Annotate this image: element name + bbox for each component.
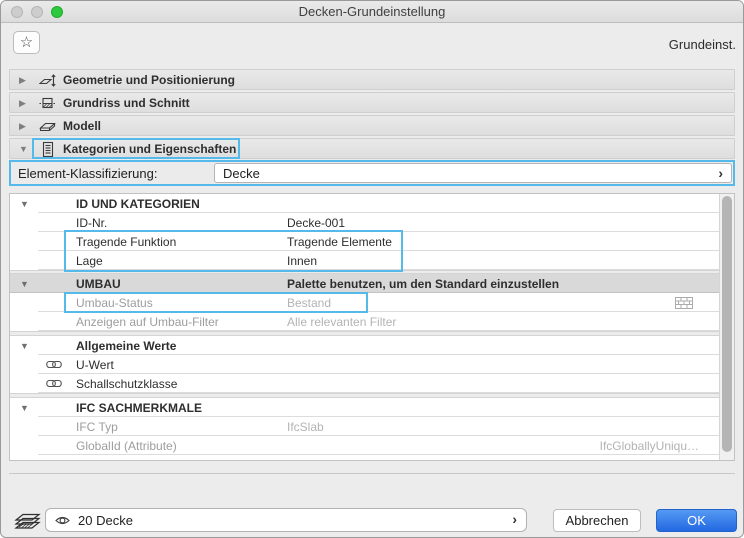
table-row[interactable]: Lage Innen (10, 251, 719, 270)
favorites-button[interactable]: ☆ (13, 31, 40, 54)
header-right-label: Grundeinst. (669, 37, 736, 52)
row-label: UMBAU (76, 277, 121, 291)
model-icon (39, 118, 56, 135)
cancel-button[interactable]: Abbrechen (553, 509, 641, 532)
link-icon (46, 377, 62, 390)
star-icon: ☆ (20, 34, 33, 51)
section-geometrie[interactable]: ▶ Geometrie und Positionierung (9, 69, 735, 90)
table-row[interactable]: ID-Nr. Decke-001 (10, 213, 719, 232)
row-label: Allgemeine Werte (76, 339, 176, 353)
table-group-row[interactable]: ▼ UMBAU Palette benutzen, um den Standar… (10, 274, 719, 293)
section-kategorien[interactable]: ▼ Kategorien und Eigenschaften (9, 138, 735, 159)
layer-selector[interactable]: 20 Decke › (45, 508, 527, 532)
footer-divider (9, 473, 735, 474)
link-icon (46, 358, 62, 371)
section-label: Geometrie und Positionierung (63, 73, 235, 87)
brick-wall-icon[interactable] (675, 295, 693, 310)
row-label: Lage (76, 254, 103, 268)
properties-table: ▼ ID UND KATEGORIEN ID-Nr. Decke-001 Tra… (9, 193, 735, 461)
row-value: Palette benutzen, um den Standard einzus… (287, 277, 559, 291)
slab-geometry-icon (39, 72, 56, 89)
row-label: Schallschutzklasse (76, 377, 177, 391)
row-value[interactable]: Innen (287, 254, 317, 268)
section-label: Modell (63, 119, 101, 133)
table-row[interactable]: U-Wert (10, 355, 719, 374)
disclosure-triangle-icon[interactable]: ▶ (19, 75, 26, 86)
titlebar: Decken-Grundeinstellung (1, 1, 743, 23)
classification-dropdown[interactable]: Decke › (214, 163, 732, 183)
row-value[interactable]: IfcGloballyUniqu… (600, 439, 699, 453)
disclosure-triangle-icon[interactable]: ▼ (20, 341, 29, 351)
chevron-right-icon: › (718, 165, 723, 181)
row-label: GlobalId (Attribute) (76, 439, 177, 453)
chevron-right-icon: › (512, 511, 517, 527)
row-value[interactable]: Bestand (287, 296, 331, 310)
section-grundriss[interactable]: ▶ Grundriss und Schnitt (9, 92, 735, 113)
floorplan-section-icon (39, 95, 56, 112)
classification-label: Element-Klassifizierung: (18, 166, 157, 181)
section-label: Grundriss und Schnitt (63, 96, 190, 110)
disclosure-triangle-icon[interactable]: ▼ (20, 279, 29, 289)
disclosure-triangle-icon[interactable]: ▼ (20, 403, 29, 413)
disclosure-triangle-icon[interactable]: ▼ (20, 199, 29, 209)
table-row[interactable]: Tragende Funktion Tragende Elemente (10, 232, 719, 251)
scrollbar-thumb[interactable] (722, 196, 732, 452)
row-value[interactable]: Alle relevanten Filter (287, 315, 396, 329)
table-row[interactable]: Umbau-Status Bestand (10, 293, 719, 312)
row-label: IFC Typ (76, 420, 118, 434)
table-group-row[interactable]: ▼ Allgemeine Werte (10, 336, 719, 355)
classification-value: Decke (223, 166, 260, 181)
table-group-row[interactable]: ▼ ID UND KATEGORIEN (10, 194, 719, 213)
disclosure-triangle-icon[interactable]: ▶ (19, 98, 26, 109)
eye-icon (55, 514, 70, 527)
dialog-window: Decken-Grundeinstellung ☆ Grundeinst. ▶ … (0, 0, 744, 538)
table-row[interactable]: Anzeigen auf Umbau-Filter Alle relevante… (10, 312, 719, 331)
ok-button[interactable]: OK (656, 509, 737, 532)
window-title: Decken-Grundeinstellung (1, 4, 743, 19)
vertical-scrollbar[interactable] (719, 194, 734, 460)
row-label: ID-Nr. (76, 216, 107, 230)
row-label: Tragende Funktion (76, 235, 176, 249)
row-label: Umbau-Status (76, 296, 153, 310)
table-row[interactable]: IFC Typ IfcSlab (10, 417, 719, 436)
categories-icon (39, 141, 56, 158)
properties-table-body: ▼ ID UND KATEGORIEN ID-Nr. Decke-001 Tra… (10, 194, 719, 460)
table-group-row[interactable]: ▼ IFC SACHMERKMALE (10, 398, 719, 417)
row-label: Anzeigen auf Umbau-Filter (76, 315, 219, 329)
section-modell[interactable]: ▶ Modell (9, 115, 735, 136)
row-label: U-Wert (76, 358, 114, 372)
row-value[interactable]: IfcSlab (287, 420, 324, 434)
layers-icon[interactable] (14, 508, 41, 532)
row-value[interactable]: Tragende Elemente (287, 235, 392, 249)
table-row[interactable]: Schallschutzklasse (10, 374, 719, 393)
disclosure-triangle-icon[interactable]: ▼ (19, 144, 28, 154)
section-label: Kategorien und Eigenschaften (63, 142, 236, 156)
row-label: IFC SACHMERKMALE (76, 401, 202, 415)
layer-value: 20 Decke (78, 513, 133, 528)
table-row[interactable]: GlobalId (Attribute) IfcGloballyUniqu… (10, 436, 719, 455)
disclosure-triangle-icon[interactable]: ▶ (19, 121, 26, 132)
element-classification-row: Element-Klassifizierung: Decke › (9, 160, 735, 186)
row-value[interactable]: Decke-001 (287, 216, 345, 230)
row-label: ID UND KATEGORIEN (76, 197, 200, 211)
